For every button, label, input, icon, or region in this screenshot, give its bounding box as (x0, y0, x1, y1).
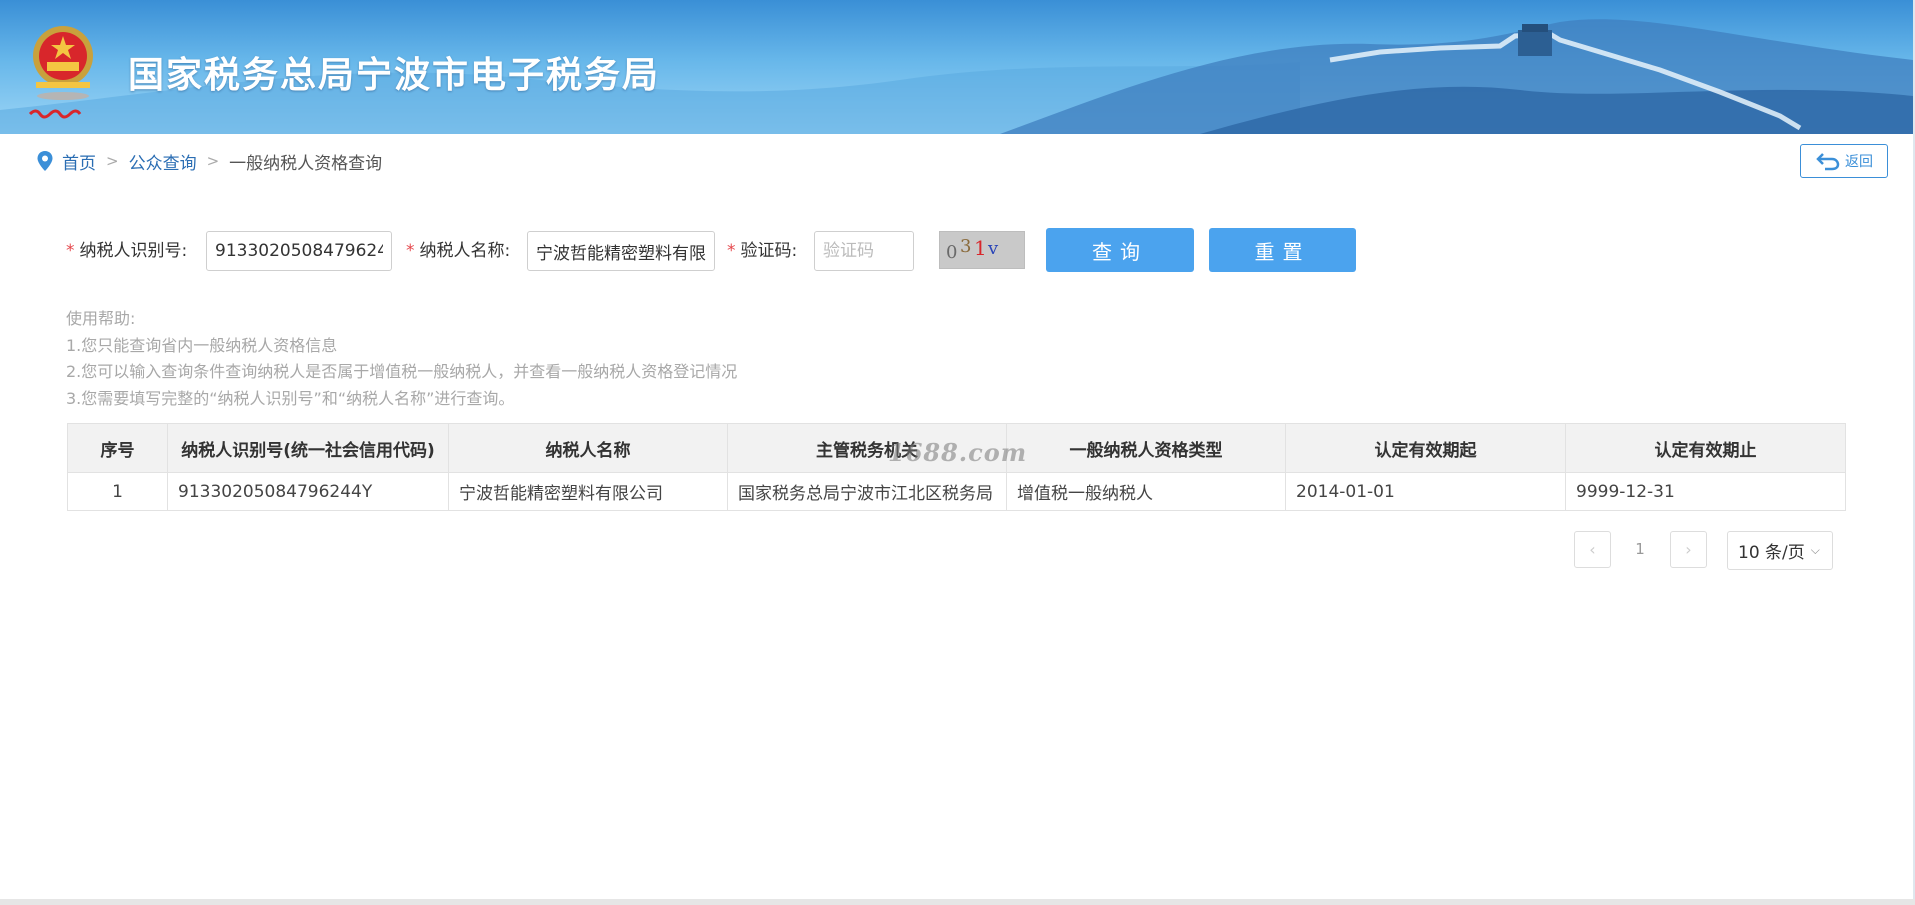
help-line: 2.您可以输入查询条件查询纳税人是否属于增值税一般纳税人，并查看一般纳税人资格登… (66, 362, 738, 381)
svg-text:1: 1 (974, 236, 987, 260)
help-line: 3.您需要填写完整的“纳税人识别号”和“纳税人名称”进行查询。 (66, 388, 515, 408)
site-header: 国家税务总局宁波市电子税务局 (0, 0, 1913, 134)
required-mark: * (66, 241, 75, 261)
breadcrumb-public-query-link[interactable]: 公众查询 (129, 149, 197, 174)
captcha-image[interactable]: 0 3 1 v (939, 231, 1025, 269)
prev-page-button[interactable]: ‹ (1574, 531, 1611, 568)
breadcrumb-home-link[interactable]: 首页 (62, 149, 96, 174)
cell-valid-from: 2014-01-01 (1285, 472, 1566, 511)
back-button[interactable]: 返回 (1800, 144, 1888, 178)
current-page-number[interactable]: 1 (1625, 531, 1655, 568)
svg-text:v: v (987, 238, 999, 259)
site-title: 国家税务总局宁波市电子税务局 (128, 55, 661, 96)
cell-qualification-type: 增值税一般纳税人 (1006, 472, 1286, 511)
cell-taxpayer-name: 宁波哲能精密塑料有限公司 (448, 472, 728, 511)
watermark: 1688.com (888, 438, 1028, 467)
captcha-input[interactable] (814, 231, 914, 271)
taxpayer-name-input[interactable] (527, 231, 715, 271)
taxpayer-id-label: * 纳税人识别号: (66, 241, 188, 261)
captcha-text: 0 3 1 v (946, 236, 999, 263)
column-header-valid-to: 认定有效期止 (1565, 423, 1846, 473)
column-header-taxpayer-name: 纳税人名称 (448, 423, 728, 473)
column-header-index: 序号 (67, 423, 168, 473)
page-size-value: 10 条/页 (1738, 543, 1805, 563)
help-title: 使用帮助: (66, 309, 136, 328)
taxpayer-name-label: * 纳税人名称: (406, 241, 511, 261)
reset-button[interactable]: 重置 (1209, 228, 1356, 272)
breadcrumb-separator: > (206, 152, 220, 170)
back-button-label: 返回 (1845, 154, 1873, 170)
breadcrumb: 首页 > 公众查询 > 一般纳税人资格查询 (36, 149, 383, 174)
usage-help: 使用帮助: 1.您只能查询省内一般纳税人资格信息 2.您可以输入查询条件查询纳税… (66, 306, 737, 412)
cell-tax-authority: 国家税务总局宁波市江北区税务局 (727, 472, 1007, 511)
captcha-label: * 验证码: (727, 241, 798, 261)
bottom-scrollbar[interactable] (0, 899, 1915, 905)
cell-valid-to: 9999-12-31 (1565, 472, 1846, 511)
svg-text:0: 0 (946, 242, 957, 263)
cell-taxpayer-id: 91330205084796244Y (167, 472, 449, 511)
taxpayer-id-input[interactable] (206, 231, 392, 271)
page-size-select[interactable]: 10 条/页 ⌵ (1727, 531, 1833, 570)
return-arrow-icon (1816, 153, 1840, 171)
help-line: 1.您只能查询省内一般纳税人资格信息 (66, 335, 338, 355)
column-header-valid-from: 认定有效期起 (1285, 423, 1566, 473)
breadcrumb-current: 一般纳税人资格查询 (229, 153, 383, 174)
query-button[interactable]: 查询 (1046, 228, 1194, 272)
results-table: 序号 纳税人识别号(统一社会信用代码) 纳税人名称 主管税务机关 一般纳税人资格… (67, 423, 1846, 511)
national-emblem-logo (28, 26, 93, 119)
location-pin-icon (37, 151, 53, 171)
chevron-down-icon: ⌵ (1810, 543, 1820, 557)
required-mark: * (727, 241, 736, 261)
breadcrumb-separator: > (106, 152, 119, 170)
table-row[interactable]: 1 91330205084796244Y 宁波哲能精密塑料有限公司 国家税务总局… (67, 472, 1846, 511)
next-page-button[interactable]: › (1670, 531, 1707, 568)
column-header-taxpayer-id: 纳税人识别号(统一社会信用代码) (167, 423, 449, 473)
required-mark: * (406, 241, 415, 261)
svg-text:3: 3 (960, 236, 971, 257)
column-header-qualification-type: 一般纳税人资格类型 (1006, 423, 1286, 473)
cell-index: 1 (67, 472, 168, 511)
